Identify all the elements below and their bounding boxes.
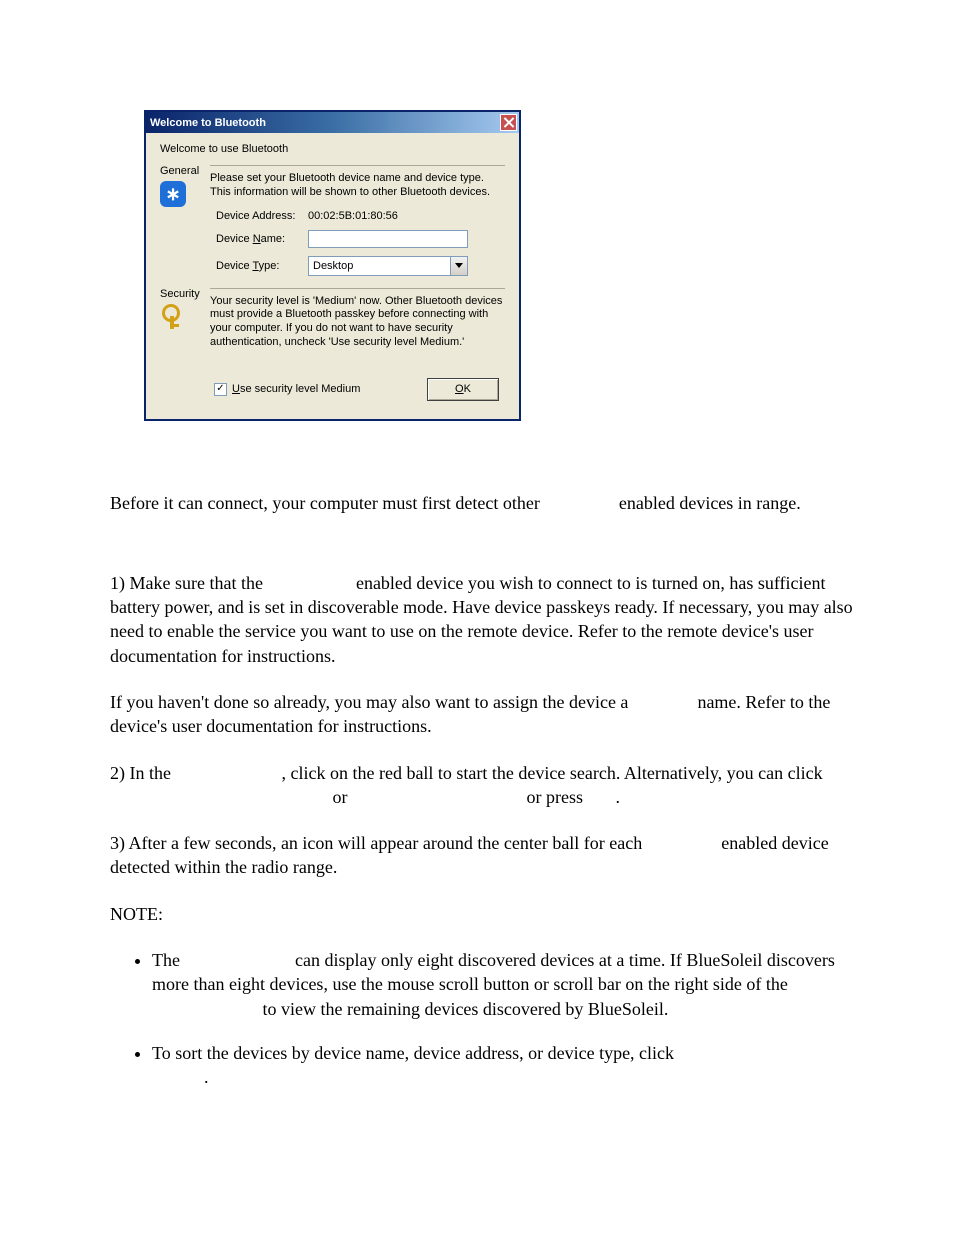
use-security-medium-checkbox[interactable]: ✓ [214, 383, 227, 396]
security-heading: Security [160, 288, 210, 300]
text: enabled devices in range. [614, 493, 800, 513]
welcome-text: Welcome to use Bluetooth [160, 143, 505, 155]
list-item: The can display only eight discovered de… [152, 948, 864, 1021]
note-heading: NOTE: [110, 902, 864, 926]
general-description: Please set your Bluetooth device name an… [210, 172, 505, 200]
device-address-label: Device Address: [216, 210, 308, 222]
device-address-value: 00:02:5B:01:80:56 [308, 210, 398, 222]
key-icon [160, 304, 186, 330]
chevron-down-icon [450, 257, 467, 275]
text: 2) In the [110, 763, 175, 783]
document-body: Before it can connect, your computer mus… [110, 491, 864, 1090]
close-icon [503, 117, 514, 128]
text: or [328, 787, 352, 807]
close-button[interactable] [500, 114, 517, 131]
dialog-title: Welcome to Bluetooth [150, 117, 266, 129]
security-description: Your security level is 'Medium' now. Oth… [210, 295, 505, 350]
text: 3) After a few seconds, an icon will app… [110, 833, 647, 853]
bluetooth-welcome-dialog: Welcome to Bluetooth Welcome to use Blue… [144, 110, 521, 421]
text: , click on the red ball to start the dev… [281, 763, 822, 783]
bluetooth-icon: ∗ [160, 181, 186, 207]
text: 1) Make sure that the [110, 573, 267, 593]
text: If you haven't done so already, you may … [110, 692, 633, 712]
device-type-label: Device Type: [216, 260, 308, 272]
ok-button[interactable]: OK [427, 378, 499, 401]
device-name-label: Device Name: [216, 233, 308, 245]
general-heading: General [160, 165, 210, 177]
text: Before it can connect, your computer mus… [110, 493, 544, 513]
text: or press [522, 787, 588, 807]
device-name-input[interactable] [308, 230, 468, 248]
device-type-combobox[interactable]: Desktop [308, 256, 468, 276]
text: . [616, 787, 621, 807]
device-type-value: Desktop [309, 260, 450, 272]
list-item: To sort the devices by device name, devi… [152, 1041, 864, 1090]
titlebar: Welcome to Bluetooth [146, 112, 519, 133]
use-security-medium-label: Use security level Medium [232, 383, 360, 395]
